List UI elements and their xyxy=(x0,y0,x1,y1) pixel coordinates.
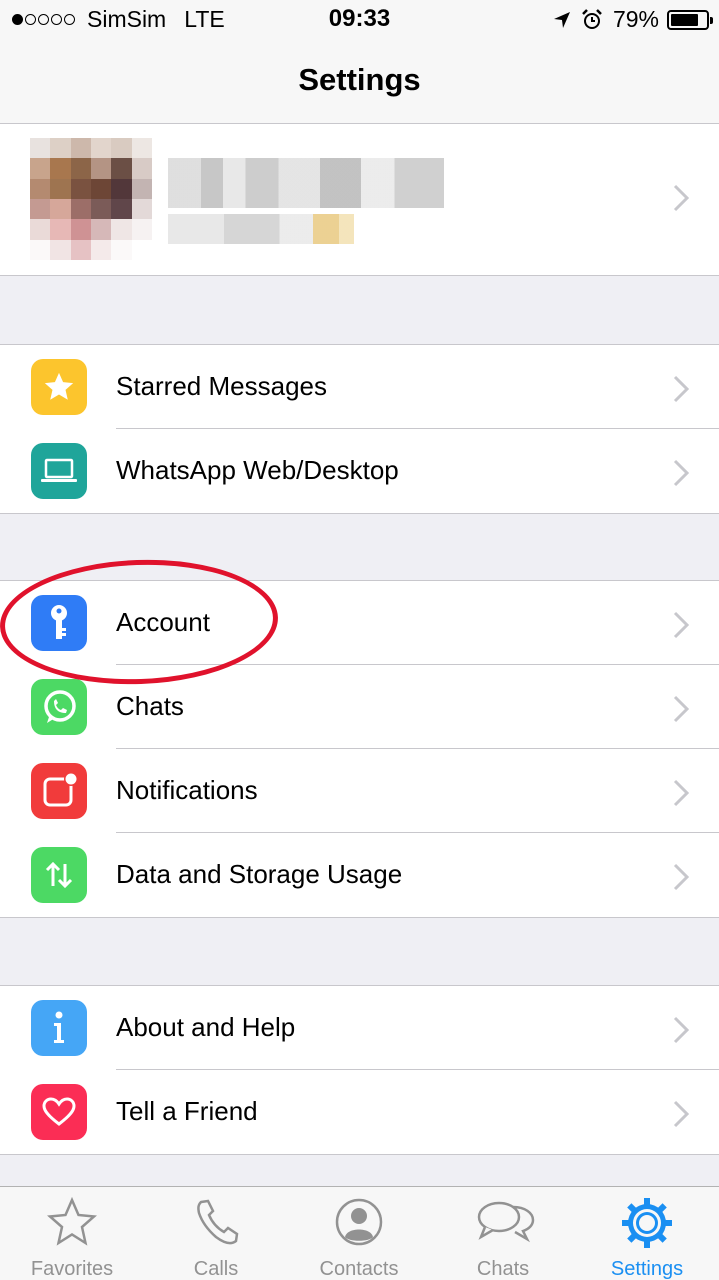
chevron-right-icon xyxy=(673,779,689,807)
laptop-icon xyxy=(31,443,87,499)
navigation-bar: Settings xyxy=(0,40,719,124)
notification-icon xyxy=(31,763,87,819)
row-label: Tell a Friend xyxy=(116,1096,258,1126)
chevron-right-icon xyxy=(673,695,689,723)
row-label: Chats xyxy=(116,691,184,721)
battery-icon xyxy=(667,9,713,30)
row-label: Notifications xyxy=(116,775,258,805)
profile-name xyxy=(168,158,444,208)
tab-label: Chats xyxy=(476,1258,530,1280)
star-icon xyxy=(31,359,87,415)
status-right: 79% xyxy=(553,6,713,33)
data-storage-row[interactable]: Data and Storage Usage xyxy=(0,833,719,917)
whatsapp-icon xyxy=(31,679,87,735)
chevron-right-icon xyxy=(673,863,689,891)
settings-group-1: Starred Messages WhatsApp Web/Desktop xyxy=(0,344,719,514)
tab-contacts[interactable]: Contacts xyxy=(287,1187,431,1280)
page-title: Settings xyxy=(298,62,421,97)
arrows-icon xyxy=(31,847,87,903)
settings-screen: SimSim LTE 09:33 79% Settings Starred Me… xyxy=(0,0,719,1280)
settings-group-3: About and Help Tell a Friend xyxy=(0,985,719,1155)
status-bar: SimSim LTE 09:33 79% xyxy=(0,0,719,40)
heart-icon xyxy=(31,1084,87,1140)
tab-bar: Favorites Calls Contacts Chats Settings xyxy=(0,1186,719,1280)
avatar xyxy=(30,138,152,260)
chevron-right-icon xyxy=(673,1016,689,1044)
notifications-row[interactable]: Notifications xyxy=(0,749,719,833)
tell-friend-row[interactable]: Tell a Friend xyxy=(0,1070,719,1154)
row-label: Data and Storage Usage xyxy=(116,859,403,889)
chevron-right-icon xyxy=(673,1100,689,1128)
row-label: WhatsApp Web/Desktop xyxy=(116,455,399,485)
chevron-right-icon xyxy=(673,611,689,639)
chevron-right-icon xyxy=(673,375,689,403)
info-icon xyxy=(31,1000,87,1056)
tab-label: Contacts xyxy=(319,1258,399,1280)
phone-icon xyxy=(197,1199,239,1245)
contact-icon xyxy=(335,1198,383,1246)
chat-bubbles-icon xyxy=(477,1201,535,1243)
location-arrow-icon xyxy=(553,11,570,28)
tab-chats[interactable]: Chats xyxy=(431,1187,575,1280)
about-help-row[interactable]: About and Help xyxy=(0,986,719,1070)
chevron-right-icon xyxy=(673,459,689,487)
tab-label: Favorites xyxy=(30,1258,114,1280)
profile-status xyxy=(168,214,354,244)
chevron-right-icon xyxy=(673,184,689,212)
tab-calls[interactable]: Calls xyxy=(144,1187,288,1280)
tab-favorites[interactable]: Favorites xyxy=(0,1187,144,1280)
starred-messages-row[interactable]: Starred Messages xyxy=(0,345,719,429)
tab-settings[interactable]: Settings xyxy=(575,1187,719,1280)
whatsapp-web-row[interactable]: WhatsApp Web/Desktop xyxy=(0,429,719,513)
alarm-icon xyxy=(582,8,602,29)
tab-label: Calls xyxy=(193,1258,239,1280)
tab-label: Settings xyxy=(610,1258,684,1280)
battery-percent: 79% xyxy=(612,6,659,32)
gear-icon xyxy=(622,1198,672,1248)
row-label: Starred Messages xyxy=(116,371,327,401)
profile-row[interactable] xyxy=(0,124,719,276)
row-label: About and Help xyxy=(116,1012,296,1042)
star-outline-icon xyxy=(46,1197,98,1246)
